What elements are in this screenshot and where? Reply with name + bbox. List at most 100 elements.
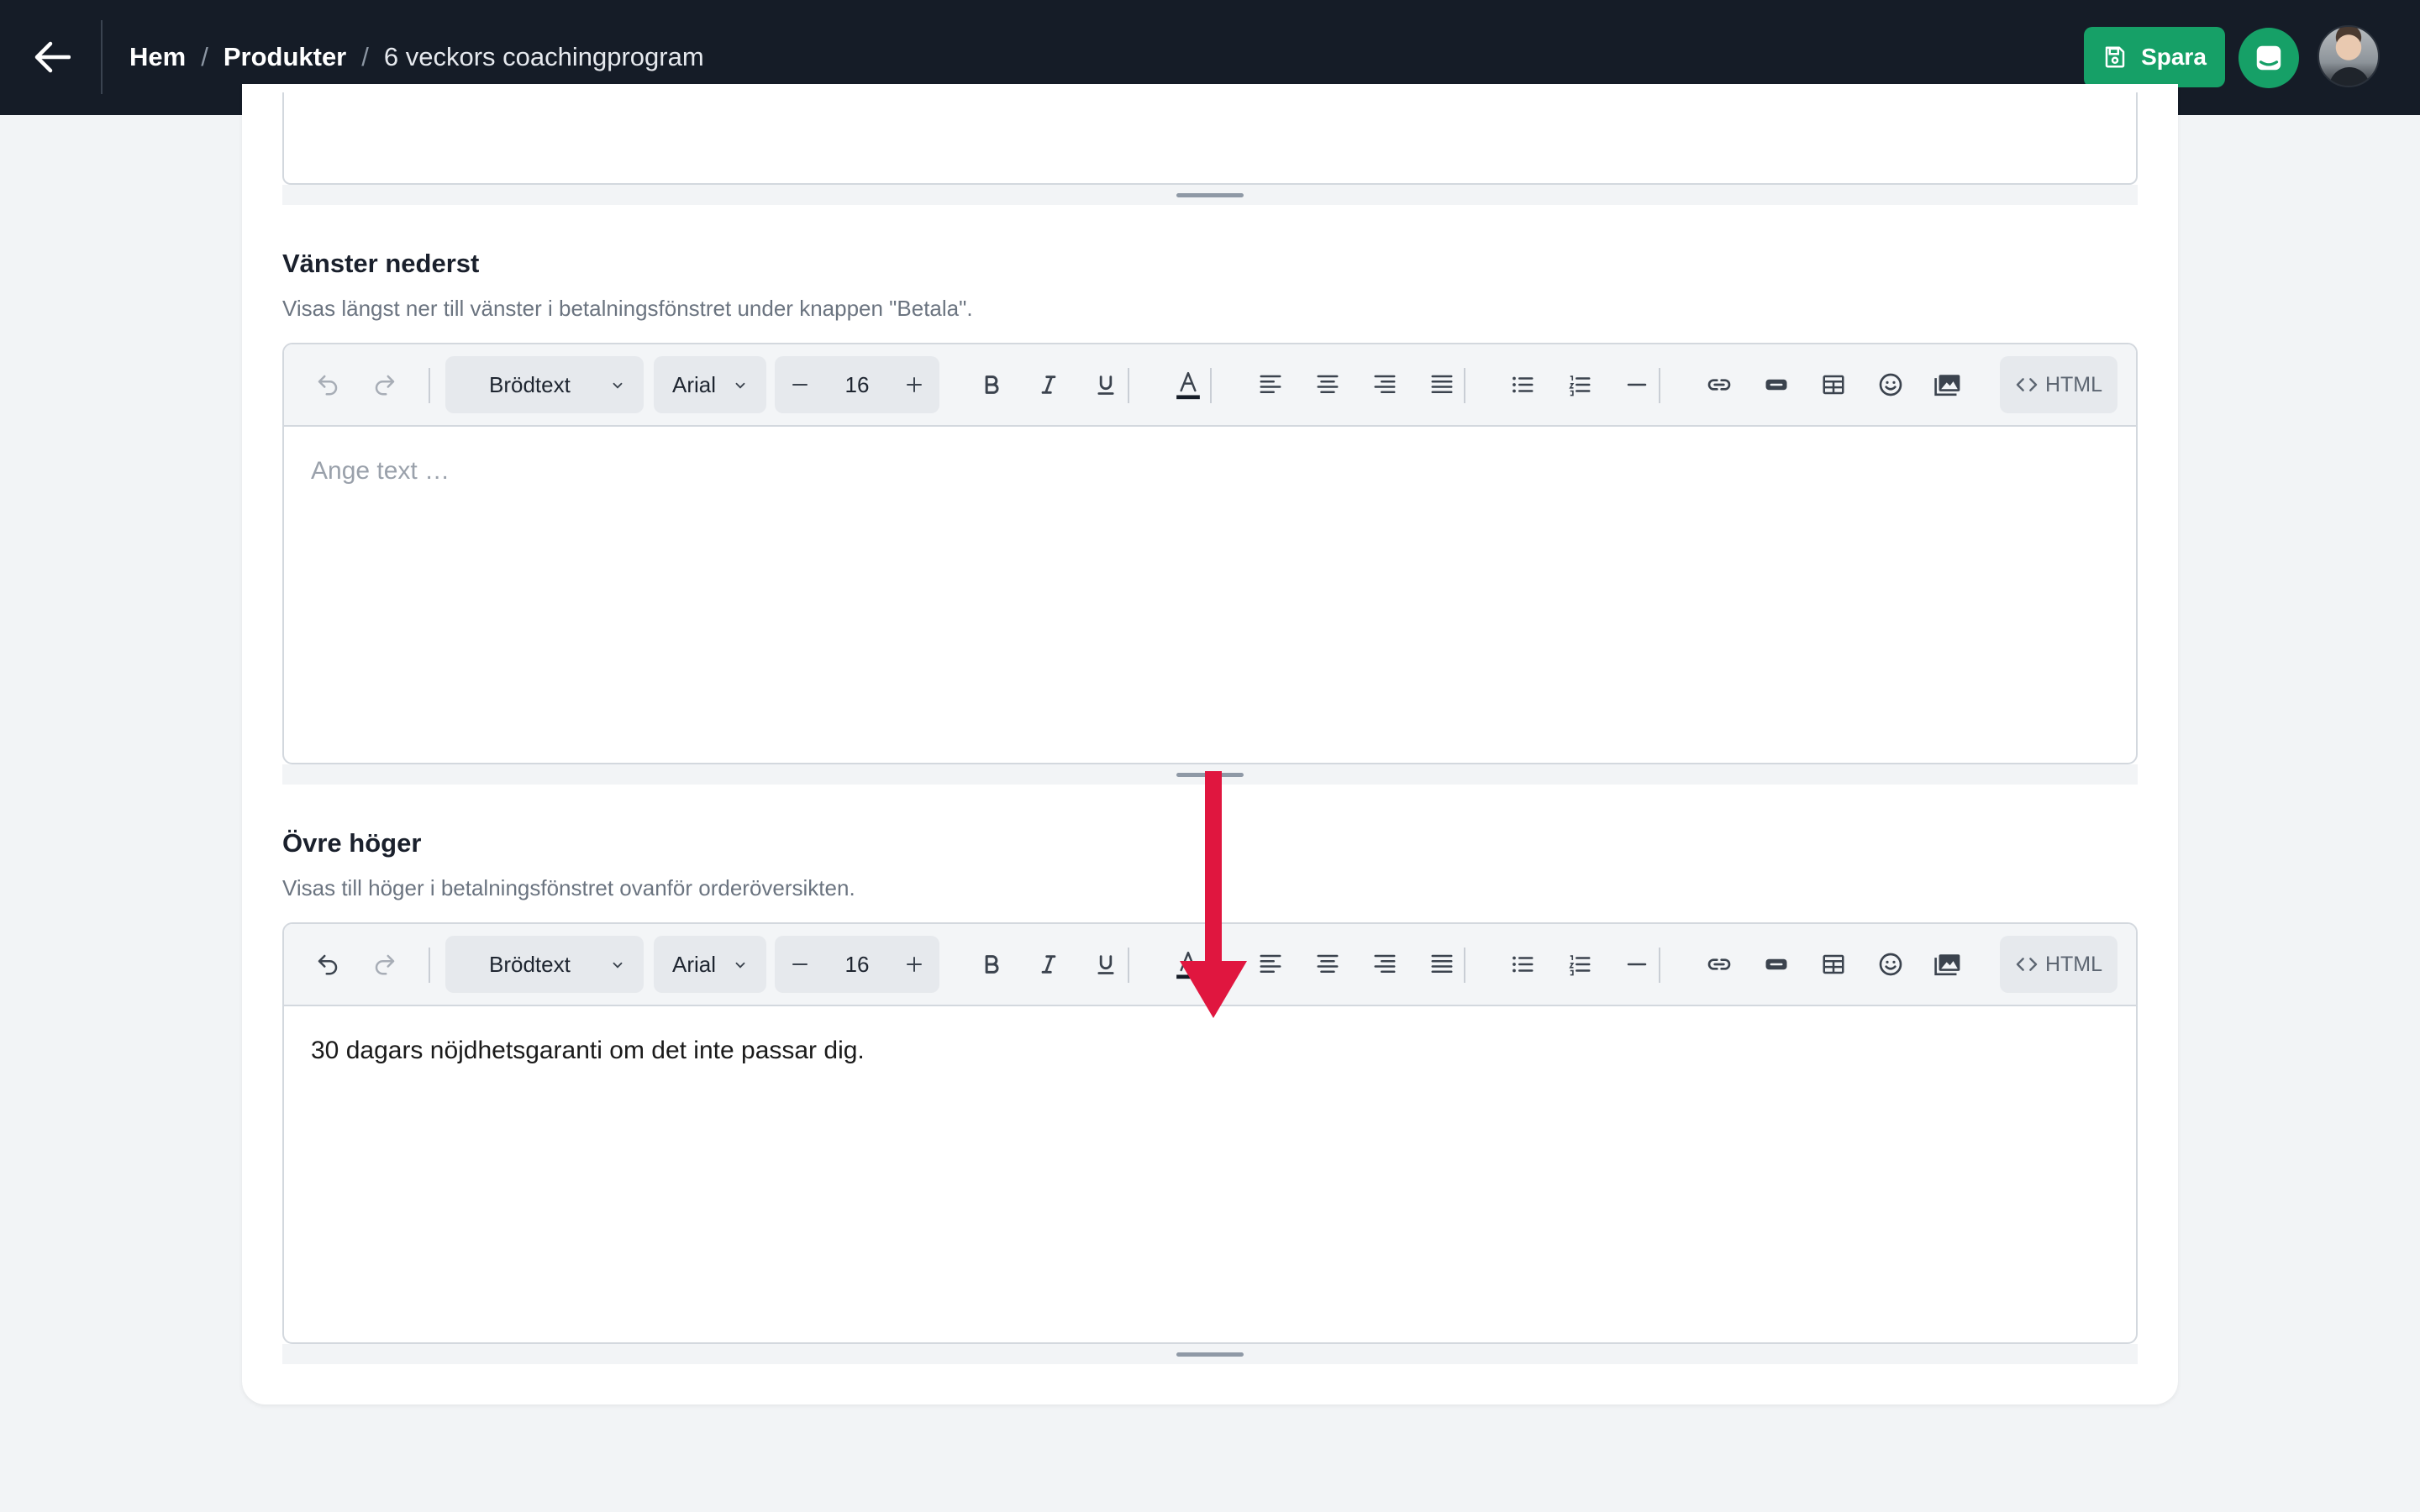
image-button[interactable] (1929, 946, 1966, 983)
table-button[interactable] (1815, 946, 1852, 983)
font-family-value: Arial (672, 951, 717, 977)
image-button[interactable] (1929, 366, 1966, 403)
horizontal-rule-button[interactable] (1618, 946, 1655, 983)
italic-button[interactable] (1030, 946, 1067, 983)
font-size-increase-button[interactable] (896, 946, 933, 983)
font-family-select[interactable]: Arial (654, 356, 766, 413)
font-family-select[interactable]: Arial (654, 936, 766, 993)
redo-button[interactable] (366, 366, 403, 403)
insert-button-button[interactable] (1758, 366, 1795, 403)
block-style-select[interactable]: Brödtext (445, 356, 644, 413)
user-avatar[interactable] (2317, 25, 2380, 87)
italic-icon (1041, 375, 1056, 394)
messages-button[interactable] (2238, 28, 2299, 88)
rich-text-editor: Brödtext Arial 16 (282, 343, 2138, 764)
save-button[interactable]: Spara (2084, 27, 2225, 87)
numbered-list-button[interactable] (1561, 946, 1598, 983)
link-icon (1707, 379, 1731, 391)
arrow-left-icon (34, 41, 71, 73)
numbered-list-button[interactable] (1561, 366, 1598, 403)
align-center-icon (1317, 375, 1339, 393)
font-size-value[interactable]: 16 (825, 368, 889, 402)
chevron-down-icon (735, 382, 745, 389)
emoji-button[interactable] (1872, 366, 1909, 403)
chevron-down-icon (613, 382, 623, 389)
bullet-list-icon (1512, 376, 1534, 393)
undo-icon (318, 954, 338, 975)
toolbar-separator (429, 368, 430, 403)
horizontal-rule-icon (1627, 963, 1647, 966)
align-right-icon (1374, 375, 1396, 393)
block-style-select[interactable]: Brödtext (445, 936, 644, 993)
align-center-button[interactable] (1309, 366, 1346, 403)
bold-button[interactable] (973, 946, 1010, 983)
link-button[interactable] (1701, 366, 1738, 403)
underline-button[interactable] (1087, 946, 1124, 983)
plus-icon (907, 957, 922, 972)
toolbar-separator (1659, 948, 1660, 983)
html-source-button[interactable]: HTML (2000, 936, 2118, 993)
align-justify-icon (1431, 954, 1453, 973)
image-icon (1934, 954, 1960, 976)
toolbar-separator (1464, 948, 1465, 983)
align-left-button[interactable] (1252, 366, 1289, 403)
editor-content-area[interactable]: Ange text … (284, 427, 2136, 763)
underline-button[interactable] (1087, 366, 1124, 403)
editor-placeholder: Ange text … (311, 457, 450, 485)
breadcrumb-home[interactable]: Hem (129, 42, 186, 72)
font-size-stepper: 16 (775, 936, 939, 993)
align-justify-button[interactable] (1423, 366, 1460, 403)
section-description: Visas längst ner till vänster i betalnin… (282, 296, 973, 321)
undo-button[interactable] (309, 946, 346, 983)
numbered-list-icon (1569, 955, 1591, 976)
italic-button[interactable] (1030, 366, 1067, 403)
font-size-decrease-button[interactable] (781, 366, 818, 403)
toolbar-separator (429, 948, 430, 983)
table-button[interactable] (1815, 366, 1852, 403)
insert-button-button[interactable] (1758, 946, 1795, 983)
align-right-button[interactable] (1366, 946, 1403, 983)
undo-icon (318, 375, 338, 396)
inbox-icon (2256, 45, 2281, 71)
link-button[interactable] (1701, 946, 1738, 983)
align-center-button[interactable] (1309, 946, 1346, 983)
section-title: Vänster nederst (282, 249, 480, 278)
breadcrumb-products[interactable]: Produkter (224, 42, 346, 72)
numbered-list-icon (1569, 375, 1591, 396)
bullet-list-button[interactable] (1504, 946, 1541, 983)
chevron-down-icon (613, 962, 623, 969)
redo-icon (375, 954, 395, 975)
editor-content-area[interactable]: 30 dagars nöjdhetsgaranti om det inte pa… (284, 1006, 2136, 1342)
font-size-stepper: 16 (775, 356, 939, 413)
chevron-down-icon (735, 962, 745, 969)
font-family-value: Arial (672, 371, 717, 397)
horizontal-rule-button[interactable] (1618, 366, 1655, 403)
align-justify-button[interactable] (1423, 946, 1460, 983)
resize-handle[interactable] (1176, 193, 1244, 197)
back-button[interactable] (25, 30, 79, 84)
bullet-list-button[interactable] (1504, 366, 1541, 403)
code-icon (2016, 958, 2038, 971)
section-description: Visas till höger i betalningsfönstret ov… (282, 875, 855, 900)
floppy-disk-icon (2105, 46, 2125, 68)
bold-icon (985, 375, 999, 394)
font-size-decrease-button[interactable] (781, 946, 818, 983)
text-color-button[interactable] (1170, 366, 1207, 403)
previous-editor-content[interactable] (282, 92, 2138, 185)
bold-button[interactable] (973, 366, 1010, 403)
html-source-button[interactable]: HTML (2000, 356, 2118, 413)
emoji-button[interactable] (1872, 946, 1909, 983)
underline-icon (1097, 375, 1114, 395)
align-left-button[interactable] (1252, 946, 1289, 983)
emoji-icon (1879, 953, 1902, 976)
align-right-button[interactable] (1366, 366, 1403, 403)
undo-button[interactable] (309, 366, 346, 403)
breadcrumb-separator: / (201, 42, 208, 71)
font-size-increase-button[interactable] (896, 366, 933, 403)
save-button-label: Spara (2141, 44, 2207, 70)
bullet-list-icon (1512, 956, 1534, 973)
resize-handle[interactable] (1176, 1352, 1244, 1357)
redo-button[interactable] (366, 946, 403, 983)
horizontal-rule-icon (1627, 383, 1647, 386)
font-size-value[interactable]: 16 (825, 948, 889, 981)
